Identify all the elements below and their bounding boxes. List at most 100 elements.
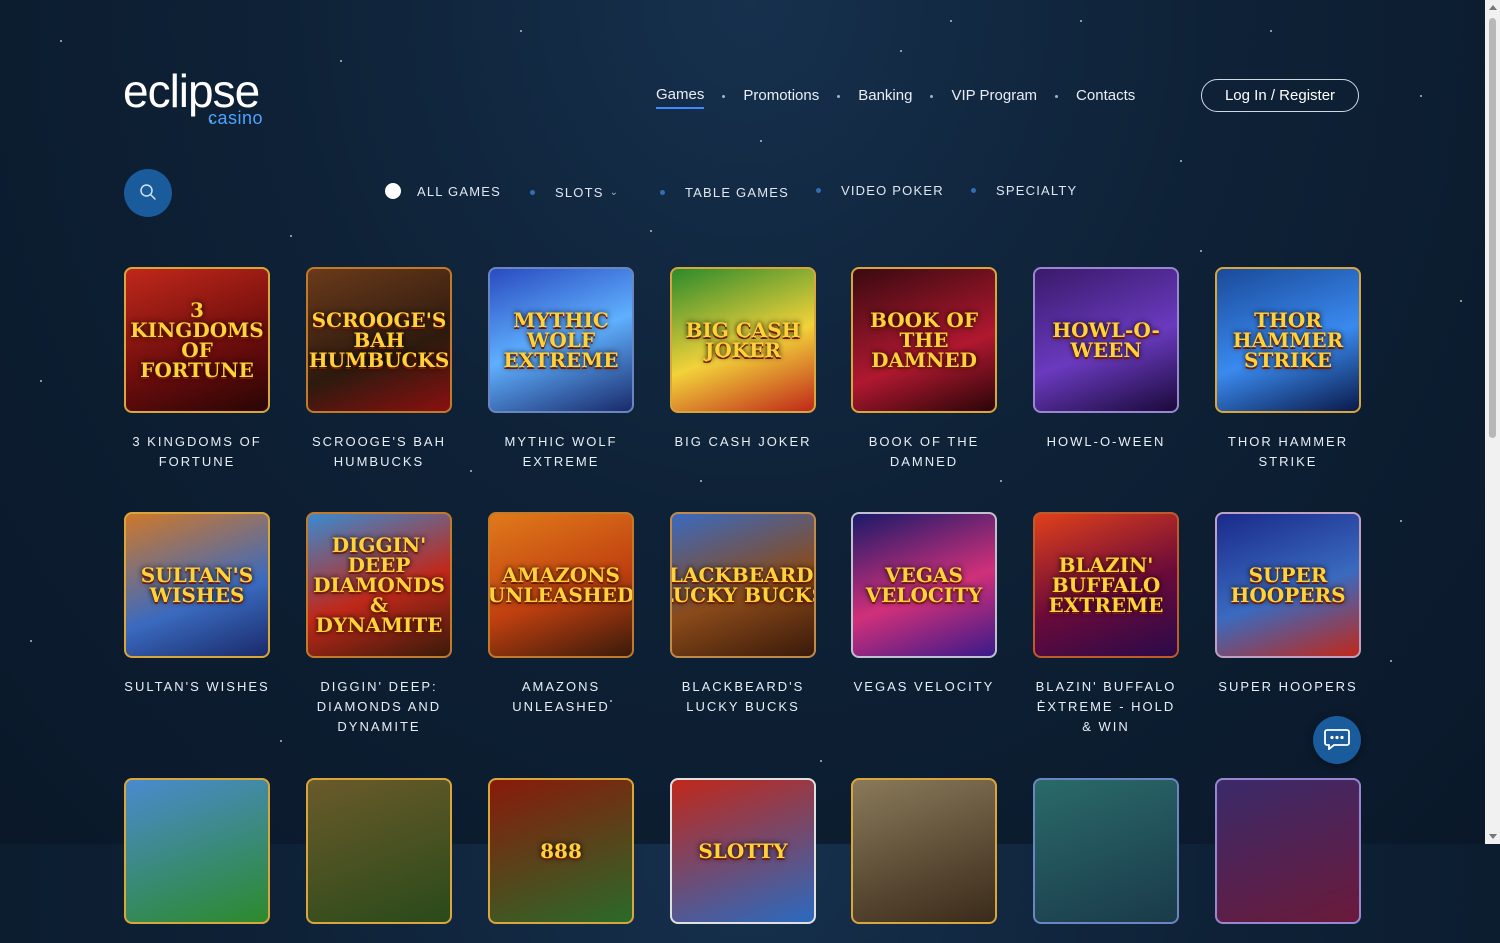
game-title[interactable]: SCROOGE'S BAH HUMBUCKS bbox=[306, 432, 452, 472]
nav-promotions[interactable]: Promotions bbox=[743, 85, 819, 108]
game-art-title: THOR HAMMER STRIKE bbox=[1232, 308, 1344, 372]
game-thumbnail[interactable] bbox=[1033, 778, 1179, 924]
filter-video-poker[interactable]: VIDEO POKER bbox=[816, 183, 944, 198]
game-art-title: 3 KINGDOMS OF FORTUNE bbox=[130, 298, 264, 382]
game-thumbnail[interactable]: THOR HAMMER STRIKE bbox=[1215, 267, 1361, 413]
game-thumbnail[interactable]: MYTHIC WOLF EXTREME bbox=[488, 267, 634, 413]
game-art-title: BIG CASH Joker bbox=[685, 318, 801, 362]
star-decoration bbox=[30, 640, 32, 642]
scroll-down-arrow-icon[interactable] bbox=[1489, 834, 1497, 839]
game-card[interactable]: AMAZONS UNLEASHED AMAZONS UNLEASHED bbox=[488, 512, 634, 717]
search-button[interactable] bbox=[124, 169, 172, 217]
game-thumbnail[interactable]: AMAZONS UNLEASHED bbox=[488, 512, 634, 658]
game-card[interactable] bbox=[1215, 778, 1361, 943]
game-thumbnail[interactable]: HOWL-O-WEEN bbox=[1033, 267, 1179, 413]
chat-button[interactable] bbox=[1313, 716, 1361, 764]
game-title[interactable]: SULTAN'S WISHES bbox=[124, 677, 270, 697]
star-decoration bbox=[1420, 95, 1422, 97]
filter-specialty[interactable]: SPECIALTY bbox=[971, 183, 1077, 198]
main-nav: Games Promotions Banking VIP Program Con… bbox=[656, 84, 1135, 109]
game-thumbnail[interactable]: Slotty bbox=[670, 778, 816, 924]
filter-label: SPECIALTY bbox=[996, 183, 1078, 198]
scrollbar-thumb[interactable] bbox=[1489, 18, 1496, 438]
game-title[interactable]: SUPER HOOPERS bbox=[1215, 677, 1361, 697]
game-title[interactable]: BLAZIN' BUFFALO EXTREME - HOLD & WIN bbox=[1033, 677, 1179, 737]
game-card[interactable]: VEGAS Velocity VEGAS VELOCITY bbox=[851, 512, 997, 697]
filter-bullet bbox=[816, 188, 821, 193]
filter-label: SLOTS bbox=[555, 185, 604, 200]
nav-banking[interactable]: Banking bbox=[858, 85, 912, 108]
game-card[interactable]: 3 KINGDOMS OF FORTUNE 3 KINGDOMS OF FORTU… bbox=[124, 267, 270, 472]
chat-icon bbox=[1324, 728, 1350, 753]
game-card[interactable]: Scrooge's BAH HUMBUCKS SCROOGE'S BAH HUMB… bbox=[306, 267, 452, 472]
game-card[interactable]: MYTHIC WOLF EXTREME MYTHIC WOLF EXTREME bbox=[488, 267, 634, 472]
nav-contacts[interactable]: Contacts bbox=[1076, 85, 1135, 108]
star-decoration bbox=[1400, 520, 1402, 522]
filter-all-games[interactable]: ALL GAMES bbox=[385, 183, 501, 199]
game-card[interactable] bbox=[124, 778, 270, 943]
star-decoration bbox=[1000, 480, 1002, 482]
game-card[interactable]: 888 bbox=[488, 778, 634, 943]
game-art-title: VEGAS Velocity bbox=[865, 563, 983, 607]
game-card[interactable]: SUPER HOOPERS SUPER HOOPERS bbox=[1215, 512, 1361, 697]
game-thumbnail[interactable]: BLACKBEARD'S Lucky Bucks bbox=[670, 512, 816, 658]
game-title[interactable]: BIG CASH JOKER bbox=[670, 432, 816, 452]
game-title[interactable]: THOR HAMMER STRIKE bbox=[1215, 432, 1361, 472]
game-title[interactable]: DIGGIN' DEEP: DIAMONDS AND DYNAMITE bbox=[306, 677, 452, 737]
nav-separator bbox=[837, 95, 841, 98]
star-decoration bbox=[1180, 160, 1182, 162]
game-title[interactable]: 3 KINGDOMS OF FORTUNE bbox=[124, 432, 270, 472]
game-art-title: MYTHIC WOLF EXTREME bbox=[503, 308, 619, 372]
game-thumbnail[interactable] bbox=[306, 778, 452, 924]
search-icon bbox=[139, 183, 157, 204]
login-register-button[interactable]: Log In / Register bbox=[1201, 79, 1359, 112]
game-thumbnail[interactable]: SULTAN'S WISHES bbox=[124, 512, 270, 658]
filter-table-games[interactable]: TABLE GAMES bbox=[660, 185, 789, 200]
nav-vip-program[interactable]: VIP Program bbox=[951, 85, 1037, 108]
game-thumbnail[interactable]: BOOK OF THE DAMNED bbox=[851, 267, 997, 413]
game-card[interactable]: THOR HAMMER STRIKE THOR HAMMER STRIKE bbox=[1215, 267, 1361, 472]
game-card[interactable] bbox=[1033, 778, 1179, 943]
scroll-up-arrow-icon[interactable] bbox=[1489, 5, 1497, 10]
game-card[interactable]: HOWL-O-WEEN HOWL-O-WEEN bbox=[1033, 267, 1179, 452]
game-title[interactable]: BOOK OF THE DAMNED bbox=[851, 432, 997, 472]
filter-slots[interactable]: SLOTS ⌄ bbox=[530, 185, 619, 200]
game-art-title: SUPER HOOPERS bbox=[1230, 563, 1346, 607]
game-art-title: HOWL-O-WEEN bbox=[1052, 318, 1160, 362]
game-thumbnail[interactable]: SUPER HOOPERS bbox=[1215, 512, 1361, 658]
filter-bullet bbox=[530, 190, 535, 195]
game-card[interactable]: DIGGIN' DEEP DIAMONDS & DYNAMITE DIGGIN' … bbox=[306, 512, 452, 737]
nav-separator bbox=[1055, 95, 1059, 98]
game-title[interactable]: MYTHIC WOLF EXTREME bbox=[488, 432, 634, 472]
game-card[interactable]: BOOK OF THE DAMNED BOOK OF THE DAMNED bbox=[851, 267, 997, 472]
star-decoration bbox=[280, 740, 282, 742]
game-card[interactable]: SULTAN'S WISHES SULTAN'S WISHES bbox=[124, 512, 270, 697]
game-thumbnail[interactable]: DIGGIN' DEEP DIAMONDS & DYNAMITE bbox=[306, 512, 452, 658]
game-title[interactable]: BLACKBEARD'S LUCKY BUCKS bbox=[670, 677, 816, 717]
game-thumbnail[interactable] bbox=[124, 778, 270, 924]
game-thumbnail[interactable]: Scrooge's BAH HUMBUCKS bbox=[306, 267, 452, 413]
star-decoration bbox=[1080, 20, 1082, 22]
nav-games[interactable]: Games bbox=[656, 84, 705, 109]
eclipse-casino-logo[interactable]: eclipse casino bbox=[123, 66, 293, 128]
game-title[interactable]: VEGAS VELOCITY bbox=[851, 677, 997, 697]
game-card[interactable] bbox=[306, 778, 452, 943]
game-card[interactable] bbox=[851, 778, 997, 943]
game-thumbnail[interactable]: VEGAS Velocity bbox=[851, 512, 997, 658]
game-thumbnail[interactable] bbox=[1215, 778, 1361, 924]
game-card[interactable]: BLAZIN' BUFFALO EXTREME BLAZIN' BUFFALO E… bbox=[1033, 512, 1179, 737]
game-card[interactable]: Slotty bbox=[670, 778, 816, 943]
game-thumbnail[interactable]: BLAZIN' BUFFALO EXTREME bbox=[1033, 512, 1179, 658]
star-decoration bbox=[820, 760, 822, 762]
game-thumbnail[interactable]: 888 bbox=[488, 778, 634, 924]
game-title[interactable]: AMAZONS UNLEASHED bbox=[488, 677, 634, 717]
page-scrollbar[interactable] bbox=[1485, 0, 1500, 844]
game-title[interactable]: HOWL-O-WEEN bbox=[1033, 432, 1179, 452]
game-card[interactable]: BLACKBEARD'S Lucky Bucks BLACKBEARD'S LUC… bbox=[670, 512, 816, 717]
logo-subtitle: casino bbox=[208, 108, 264, 128]
game-card[interactable]: BIG CASH Joker BIG CASH JOKER bbox=[670, 267, 816, 452]
game-thumbnail[interactable] bbox=[851, 778, 997, 924]
game-thumbnail[interactable]: 3 KINGDOMS OF FORTUNE bbox=[124, 267, 270, 413]
game-thumbnail[interactable]: BIG CASH Joker bbox=[670, 267, 816, 413]
star-decoration bbox=[760, 140, 762, 142]
